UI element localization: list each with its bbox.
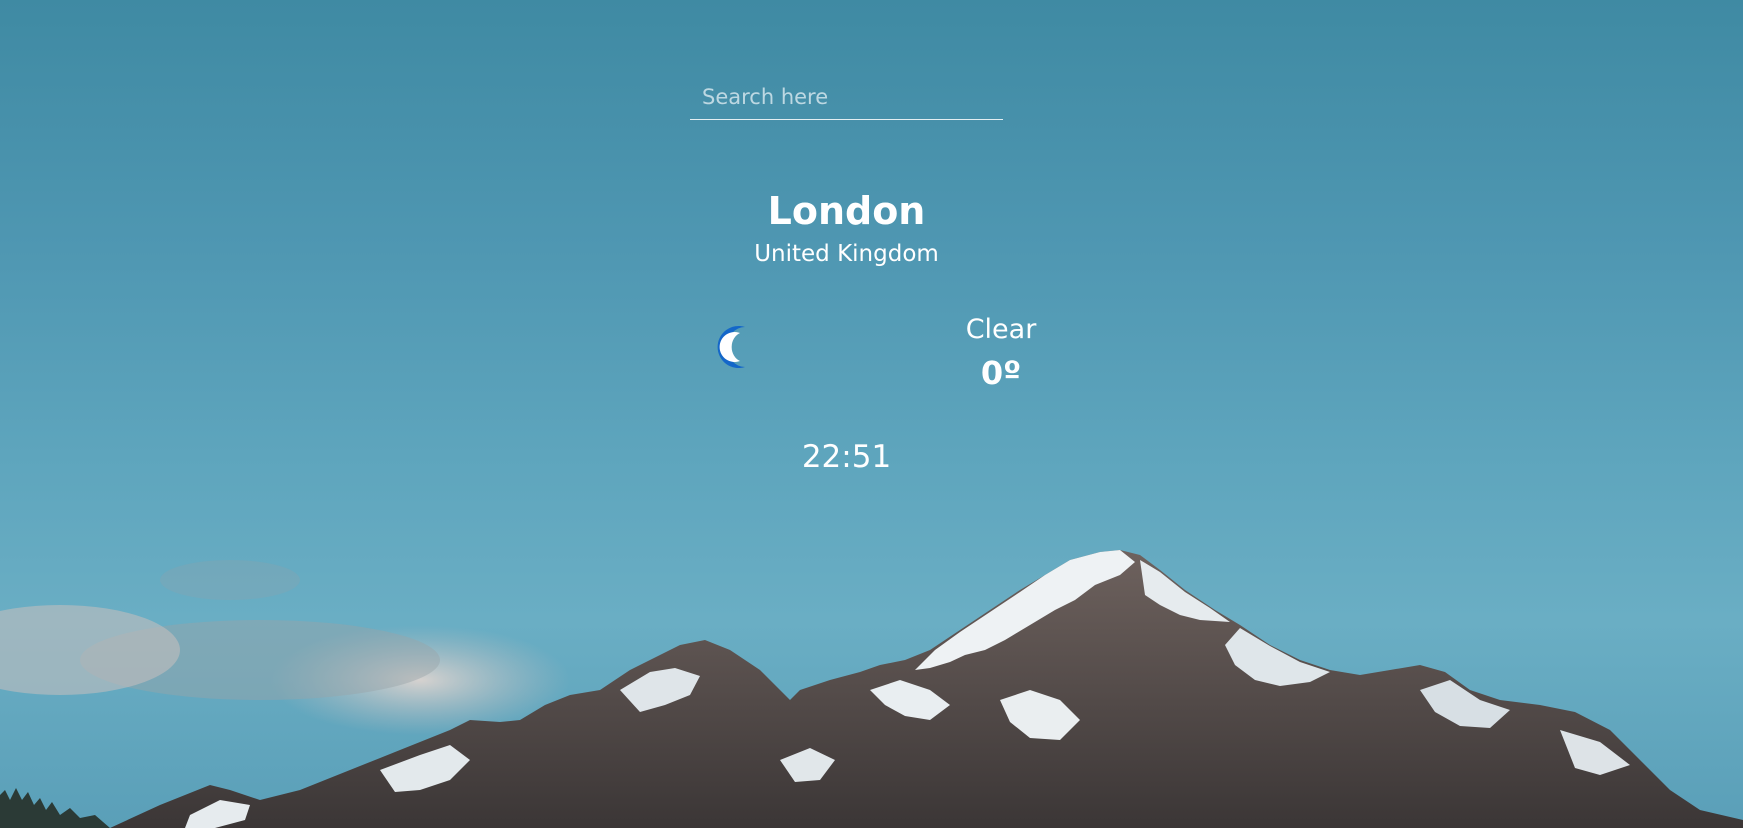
mountain-background (0, 550, 1743, 828)
weather-app: London United Kingdom Clear 0º 22:51 (0, 0, 1743, 828)
weather-condition: Clear (965, 314, 1037, 345)
moon-icon (717, 326, 745, 368)
search-box (690, 74, 1003, 120)
local-time: 22:51 (801, 439, 892, 475)
temperature: 0º (980, 354, 1022, 392)
search-input[interactable] (690, 74, 1003, 119)
city-name: London (767, 189, 926, 233)
country-name: United Kingdom (754, 241, 939, 267)
